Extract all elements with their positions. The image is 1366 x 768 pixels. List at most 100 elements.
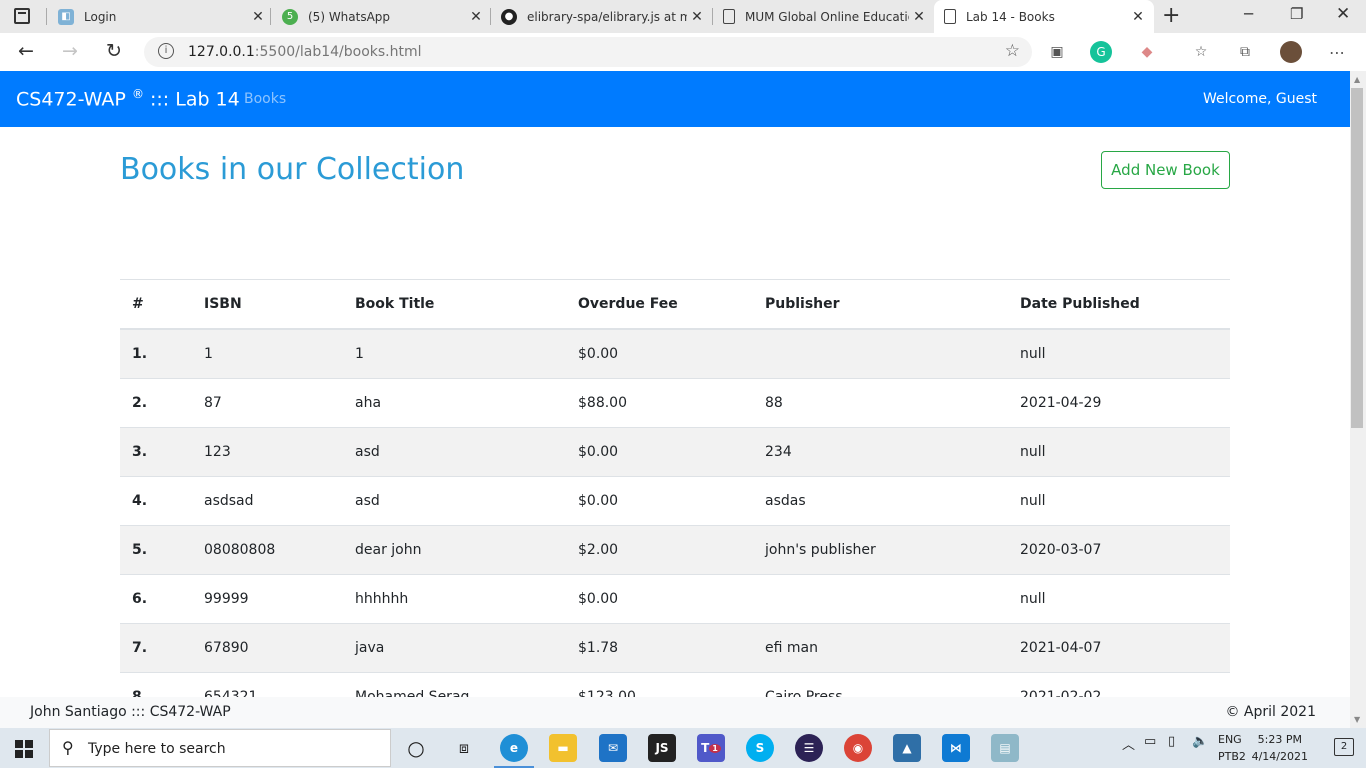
file-explorer-icon[interactable]: ▬ (549, 734, 577, 762)
search-placeholder: Type here to search (88, 741, 226, 757)
info-icon[interactable]: i (158, 43, 174, 59)
clock-time: 5:23 PM (1257, 733, 1302, 746)
teams-icon[interactable]: T1 (697, 734, 725, 762)
row-number: 2. (120, 377, 192, 427)
close-tab-icon[interactable]: ✕ (1128, 9, 1148, 25)
url-text[interactable]: 127.0.0.1:5500/lab14/books.html (188, 44, 422, 60)
favorites-icon[interactable]: ☆ (1190, 41, 1212, 63)
date-cell: 2020-03-07 (1008, 524, 1230, 574)
column-header: # (120, 280, 192, 330)
network-icon[interactable]: ▭ (1144, 734, 1156, 749)
scroll-up-icon[interactable]: ▲ (1354, 75, 1360, 84)
page-footer: John Santiago ::: CS472-WAP © April 2021 (0, 697, 1350, 728)
registered-mark: ® (131, 87, 144, 101)
vscode-icon[interactable]: ⋈ (942, 734, 970, 762)
battery-icon[interactable]: ▯ (1168, 734, 1175, 749)
edge-icon[interactable]: e (500, 734, 528, 762)
eclipse-icon[interactable]: ☰ (795, 734, 823, 762)
date-cell: null (1008, 573, 1230, 623)
brand[interactable]: CS472-WAP ® ::: Lab 14 (16, 87, 240, 110)
search-icon: ⚲ (62, 738, 74, 757)
fee-cell: $0.00 (566, 475, 753, 525)
language-indicator[interactable]: ENG PTB2 (1218, 731, 1246, 765)
minimize-icon[interactable]: ─ (1244, 5, 1253, 23)
windows-start-icon[interactable] (15, 740, 33, 758)
footer-author: John Santiago ::: CS472-WAP (30, 704, 231, 720)
isbn-cell: 67890 (192, 622, 343, 672)
system-clock[interactable]: 5:23 PM 4/14/2021 (1252, 731, 1308, 765)
table-row: 8. 654321 Mohamed Seraq $123.00 Cairo Press 2… (120, 671, 1230, 697)
tab-separator (490, 8, 491, 25)
add-new-book-button[interactable]: Add New Book (1101, 151, 1230, 189)
fee-cell: $88.00 (566, 377, 753, 427)
column-header: Overdue Fee (566, 280, 753, 330)
forward-icon[interactable]: → (62, 40, 78, 62)
fee-cell: $0.00 (566, 573, 753, 623)
profile-avatar[interactable] (1280, 41, 1302, 63)
task-view-icon[interactable]: ⧈ (450, 734, 478, 762)
page-favicon-icon (944, 9, 956, 24)
tab-whatsapp[interactable]: 5 (5) WhatsApp ✕ (282, 0, 486, 33)
table-row: 6. 99999 hhhhhh $0.00 null (120, 573, 1230, 623)
volume-muted-icon[interactable]: 🔈 (1192, 734, 1208, 749)
row-number: 5. (120, 524, 192, 574)
notifications-icon[interactable]: 2 (1334, 738, 1354, 756)
tab-separator (270, 8, 271, 25)
date-cell: 2021-04-29 (1008, 377, 1230, 427)
isbn-cell: 1 (192, 328, 343, 378)
page-favicon-icon (723, 9, 735, 24)
browser-tab-strip: ◧ Login ✕ 5 (5) WhatsApp ✕ ● elibrary-sp… (0, 0, 1366, 33)
tab-lab14[interactable]: Lab 14 - Books ✕ (934, 0, 1154, 33)
refresh-icon[interactable]: ↻ (106, 40, 122, 62)
cortana-icon[interactable]: ○ (402, 734, 430, 762)
nav-link-books[interactable]: Books (244, 91, 286, 107)
tab-github[interactable]: ● elibrary-spa/elibrary.js at mas ✕ (501, 0, 707, 33)
add-favorite-icon[interactable]: ☆ (1005, 41, 1020, 61)
collections-ext-icon[interactable]: ▣ (1046, 41, 1068, 63)
close-window-icon[interactable]: ✕ (1336, 4, 1350, 24)
table-row: 3. 123 asd $0.00 234 null (120, 426, 1230, 476)
show-hidden-icons[interactable]: ︿ (1122, 734, 1135, 753)
tab-title: elibrary-spa/elibrary.js at mas (527, 9, 687, 24)
row-number: 1. (120, 328, 192, 378)
tab-actions-icon[interactable] (14, 8, 30, 24)
extension-icon[interactable]: ◆ (1136, 41, 1158, 63)
column-header: Publisher (753, 280, 1008, 330)
publisher-cell: john's publisher (753, 524, 1008, 574)
scroll-thumb[interactable] (1351, 88, 1363, 428)
back-icon[interactable]: ← (18, 40, 34, 62)
table-header-row: # ISBN Book Title Overdue Fee Publisher Date … (120, 280, 1230, 330)
jetbrains-icon[interactable]: JS (648, 734, 676, 762)
page-title: Books in our Collection (120, 152, 465, 187)
close-tab-icon[interactable]: ✕ (248, 9, 268, 25)
notepad-icon[interactable]: ▤ (991, 734, 1019, 762)
close-tab-icon[interactable]: ✕ (466, 9, 486, 25)
table-row: 5. 08080808 dear john $2.00 john's publisher… (120, 524, 1230, 574)
restore-icon[interactable]: ❐ (1290, 5, 1303, 23)
tab-title: MUM Global Online Educatio (745, 9, 909, 24)
tab-mum[interactable]: MUM Global Online Educatio ✕ (723, 0, 929, 33)
new-tab-icon[interactable]: + (1162, 3, 1180, 28)
fee-cell: $0.00 (566, 328, 753, 378)
close-tab-icon[interactable]: ✕ (687, 9, 707, 25)
skype-icon[interactable]: S (746, 734, 774, 762)
tab-separator (712, 8, 713, 25)
isbn-cell: 08080808 (192, 524, 343, 574)
tab-title: (5) WhatsApp (308, 9, 391, 24)
tab-login[interactable]: ◧ Login ✕ (58, 0, 268, 33)
taskbar-search-box[interactable]: ⚲ Type here to search (49, 729, 391, 767)
page-scrollbar[interactable]: ▲ ▼ (1350, 71, 1366, 728)
close-tab-icon[interactable]: ✕ (909, 9, 929, 25)
github-favicon-icon: ● (501, 8, 517, 25)
mail-icon[interactable]: ✉ (599, 734, 627, 762)
table-row: 7. 67890 java $1.78 efi man 2021-04-07 (120, 622, 1230, 672)
grammarly-icon[interactable]: G (1090, 41, 1112, 63)
row-number: 8. (120, 671, 192, 697)
url-bar[interactable]: i 127.0.0.1:5500/lab14/books.html ☆ (144, 37, 1032, 67)
fee-cell: $0.00 (566, 426, 753, 476)
chrome-icon[interactable]: ◉ (844, 734, 872, 762)
scroll-down-icon[interactable]: ▼ (1354, 715, 1360, 724)
collections-icon[interactable]: ⧉ (1234, 41, 1256, 63)
more-menu-icon[interactable]: ⋯ (1326, 41, 1348, 63)
photos-icon[interactable]: ▲ (893, 734, 921, 762)
